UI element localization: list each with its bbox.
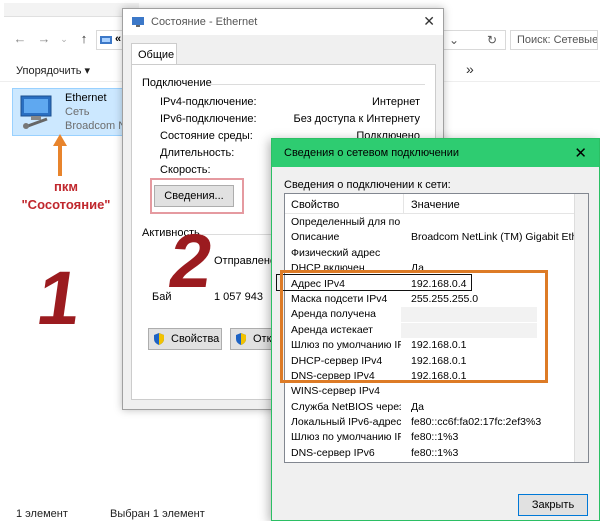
annotation-up-arrow-icon — [53, 134, 67, 176]
refresh-icon[interactable]: ↻ — [487, 33, 497, 47]
property-cell: Служба NetBIOS через... — [291, 400, 401, 413]
details-list-row[interactable]: Служба NetBIOS через... Да — [285, 400, 588, 415]
property-cell: Описание — [291, 231, 340, 244]
connection-adapter: Broadcom N — [65, 120, 127, 132]
details-list-row[interactable]: Шлюз по умолчанию IP... fe80::1%3 — [285, 430, 588, 445]
address-chevron: « — [115, 33, 122, 45]
annotation-pkm-line2: "Сосотояние" — [21, 197, 111, 212]
vertical-scrollbar[interactable] — [574, 194, 588, 462]
value-cell: Да — [411, 400, 424, 413]
property-cell: WINS-сервер IPv4 — [291, 385, 380, 398]
status-row-label: IPv4-подключение: — [160, 96, 257, 108]
value-cell: fe80::1%3 — [411, 446, 459, 459]
network-adapter-icon — [20, 95, 52, 129]
details-list-row[interactable]: Локальный IPv6-адрес... fe80::cc6f:fa02:1… — [285, 415, 588, 430]
details-list-header: Свойство Значение — [285, 194, 588, 214]
annotation-right-click-hint: пкм "Сосотояние" — [8, 178, 124, 214]
property-cell: DNS-сервер IPv6 — [291, 446, 375, 459]
forward-arrow-icon[interactable]: → — [36, 30, 52, 48]
property-cell: Определенный для по... — [291, 216, 401, 228]
more-commands-button[interactable]: » — [466, 61, 474, 77]
status-row-label: Длительность: — [160, 147, 235, 159]
value-cell: fe80::1%3 — [411, 431, 459, 444]
column-separator — [403, 194, 404, 214]
organize-menu-button[interactable]: Упорядочить ▾ — [16, 64, 90, 77]
properties-button-label: Свойства — [171, 333, 220, 345]
annotation-pkm-line1: пкм — [54, 179, 78, 194]
details-list-row[interactable]: DNS-сервер IPv6 fe80::1%3 — [285, 446, 588, 461]
connection-name: Ethernet — [65, 92, 107, 104]
connection-section-heading: Подключение — [142, 77, 212, 89]
details-list-row[interactable]: Определенный для по... — [285, 215, 588, 230]
selected-count: Выбран 1 элемент — [110, 508, 205, 520]
back-arrow-icon[interactable]: ← — [12, 30, 28, 48]
value-cell: fe80::cc6f:fa02:17fc:2ef3%3 — [411, 416, 542, 429]
details-dialog-title: Сведения о сетевом подключении — [284, 147, 460, 159]
explorer-title-placeholder — [4, 3, 139, 17]
close-icon[interactable]: ✕ — [574, 144, 587, 162]
details-list-row[interactable]: Описание Broadcom NetLink (TM) Gigabit Et… — [285, 230, 588, 245]
property-cell: Локальный IPv6-адрес... — [291, 416, 401, 429]
property-cell: Физический адрес — [291, 246, 381, 259]
close-button[interactable]: Закрыть — [518, 494, 588, 516]
details-list-label: Сведения о подключении к сети: — [284, 179, 451, 191]
up-arrow-icon[interactable]: ↑ — [76, 30, 92, 48]
details-dialog-titlebar: Сведения о сетевом подключении ✕ — [272, 139, 599, 167]
search-input[interactable]: Поиск: Сетевые — [510, 30, 598, 50]
bytes-sent-value: 1 057 943 — [214, 291, 263, 303]
properties-button[interactable]: Свойства — [148, 328, 222, 350]
recent-locations-chevron-icon[interactable]: ⌄ — [56, 30, 72, 48]
details-button[interactable]: Сведения... — [154, 185, 234, 207]
column-header-property[interactable]: Свойство — [291, 199, 339, 211]
status-row-value: Без доступа к Интернету — [293, 113, 420, 125]
status-dialog-titlebar: Состояние - Ethernet ✕ — [123, 9, 443, 35]
network-folder-icon — [100, 36, 112, 44]
address-dropdown-icon[interactable]: ⌄ — [449, 33, 459, 47]
close-icon[interactable]: ✕ — [423, 13, 435, 30]
status-row-value: Интернет — [372, 96, 420, 108]
network-status-icon — [132, 17, 144, 27]
status-row-label: Состояние среды: — [160, 130, 253, 142]
status-row: IPv4-подключение: Интернет — [160, 96, 430, 112]
status-row-label: IPv6-подключение: — [160, 113, 257, 125]
ethernet-connection-item[interactable]: Ethernet Сеть Broadcom N — [12, 88, 127, 136]
property-cell: Шлюз по умолчанию IP... — [291, 431, 401, 444]
details-list-row[interactable]: WINS-сервер IPv4 — [285, 384, 588, 399]
address-bar-right[interactable]: ⌄ ↻ — [440, 30, 506, 50]
details-list-row[interactable]: Физический адрес — [285, 246, 588, 261]
tab-general[interactable]: Общие — [131, 43, 177, 65]
uac-shield-icon — [154, 333, 164, 345]
ipv4-settings-highlight — [280, 270, 548, 383]
connection-network: Сеть — [65, 106, 90, 118]
uac-shield-icon — [236, 333, 246, 345]
status-dialog-title: Состояние - Ethernet — [151, 16, 258, 28]
item-count: 1 элемент — [16, 508, 68, 520]
column-header-value[interactable]: Значение — [411, 199, 460, 211]
status-row-label: Скорость: — [160, 164, 211, 176]
section-divider — [210, 84, 425, 85]
sent-label: Отправлено — [214, 255, 277, 267]
value-cell: Broadcom NetLink (TM) Gigabit Ethernet — [411, 231, 587, 244]
status-row: IPv6-подключение: Без доступа к Интернет… — [160, 113, 430, 129]
